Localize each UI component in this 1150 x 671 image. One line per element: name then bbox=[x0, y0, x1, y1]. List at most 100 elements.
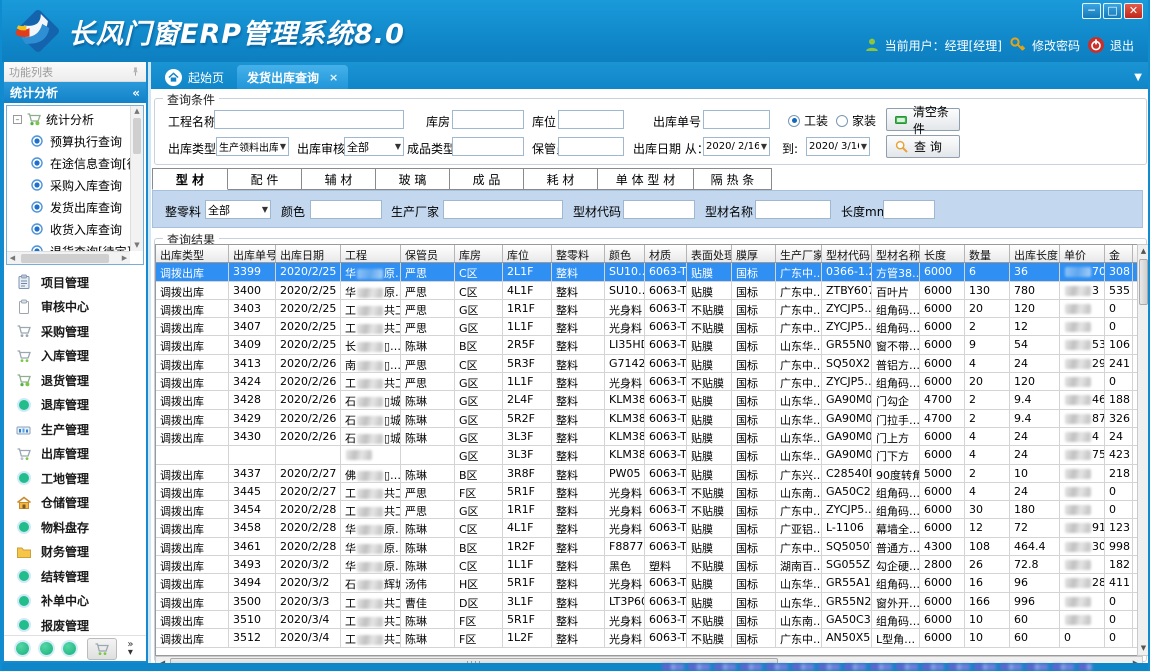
table-row[interactable]: 调拨出库34282020/2/26石▯城陈琳G区2L4F整料KLM3817606… bbox=[156, 391, 1142, 409]
material-tab-1[interactable]: 配 件 bbox=[228, 168, 302, 190]
scroll-down-icon[interactable]: ▼ bbox=[1138, 642, 1149, 655]
search-button[interactable]: 查 询 bbox=[886, 135, 960, 158]
sidebar-module-入库管理[interactable]: 入库管理 bbox=[4, 344, 146, 369]
column-header-出库类型[interactable]: 出库类型 bbox=[156, 245, 229, 262]
location-input[interactable] bbox=[558, 110, 624, 129]
sidebar-module-补单中心[interactable]: 补单中心 bbox=[4, 589, 146, 614]
table-row[interactable]: 调拨出库35002020/3/3工共工程曹佳D区3L1F整料LT3P606063… bbox=[156, 593, 1142, 611]
sidebar-module-生产管理[interactable]: 生产管理 bbox=[4, 417, 146, 442]
project-name-input[interactable] bbox=[214, 110, 404, 129]
sidebar-module-采购管理[interactable]: 采购管理 bbox=[4, 319, 146, 344]
material-tab-2[interactable]: 辅 材 bbox=[302, 168, 376, 190]
overflow-button[interactable]: »▾ bbox=[127, 641, 133, 657]
column-header-出库单号[interactable]: 出库单号 bbox=[229, 245, 276, 262]
column-header-表面处理[interactable]: 表面处理 bbox=[687, 245, 732, 262]
tree-vertical-scrollbar[interactable]: ▲ ▼ bbox=[130, 106, 143, 251]
tree-horizontal-scrollbar[interactable]: ◀ ▶ bbox=[7, 251, 130, 264]
table-vertical-scrollbar[interactable]: ▲ ▼ bbox=[1137, 244, 1150, 656]
column-header-数量[interactable]: 数量 bbox=[965, 245, 1010, 262]
tree-item-5[interactable]: 退货查询[待定] bbox=[7, 240, 130, 251]
column-header-库房[interactable]: 库房 bbox=[455, 245, 503, 262]
length-input[interactable] bbox=[883, 200, 935, 219]
collapse-icon[interactable]: « bbox=[132, 86, 140, 100]
column-header-保管员[interactable]: 保管员 bbox=[401, 245, 455, 262]
material-tab-3[interactable]: 玻 璃 bbox=[376, 168, 450, 190]
material-tab-0[interactable]: 型 材 bbox=[152, 168, 228, 190]
tree-root-statistics[interactable]: –统计分析 bbox=[7, 108, 130, 130]
logout-button[interactable]: 退出 bbox=[1087, 36, 1134, 54]
minimize-button[interactable]: ─ bbox=[1082, 3, 1101, 19]
module-dot-icon[interactable] bbox=[63, 642, 76, 655]
column-header-膜厚[interactable]: 膜厚 bbox=[732, 245, 776, 262]
column-header-单价[interactable]: 单价 bbox=[1060, 245, 1105, 262]
table-row[interactable]: 调拨出库34942020/3/2石辉城汤伟H区5R1F整料光身料6063-T5贴… bbox=[156, 574, 1142, 592]
module-cart-button[interactable] bbox=[87, 638, 117, 660]
module-dot-icon[interactable] bbox=[40, 642, 53, 655]
column-header-出库长度[interactable]: 出库长度 bbox=[1010, 245, 1060, 262]
table-row[interactable]: 调拨出库34072020/2/25工共工程严思G区1L1F整料光身料6063-T… bbox=[156, 318, 1142, 336]
scroll-up-icon[interactable]: ▲ bbox=[1138, 245, 1149, 258]
audit-select[interactable]: 全部▼ bbox=[344, 137, 404, 156]
sidebar-module-退库管理[interactable]: 退库管理 bbox=[4, 393, 146, 418]
table-row[interactable]: 调拨出库34452020/2/27工共工程严思F区5R1F整料光身料6063-T… bbox=[156, 483, 1142, 501]
date-from-picker[interactable]: 2020/ 2/16▼ bbox=[703, 137, 770, 156]
table-row[interactable]: 调拨出库34092020/2/25长▯…陈琳B区2R5F整料LI35HD6063… bbox=[156, 336, 1142, 354]
panel-title-bar[interactable]: 统计分析 « bbox=[4, 82, 146, 103]
change-password-button[interactable]: 修改密码 bbox=[1009, 36, 1080, 54]
tab-shipping-query[interactable]: 发货出库查询 × bbox=[237, 65, 348, 89]
manufacturer-input[interactable] bbox=[443, 200, 563, 219]
table-row[interactable]: 调拨出库34002020/2/25华原…严思C区4L1F整料SU10…6063-… bbox=[156, 282, 1142, 300]
scroll-right-icon[interactable]: ▶ bbox=[119, 252, 130, 265]
radio-jiazhuang[interactable]: 家装 bbox=[836, 112, 876, 129]
column-header-材质[interactable]: 材质 bbox=[645, 245, 687, 262]
profile-code-input[interactable] bbox=[623, 200, 695, 219]
column-header-颜色[interactable]: 颜色 bbox=[605, 245, 645, 262]
scroll-down-icon[interactable]: ▼ bbox=[131, 240, 143, 251]
column-header-长度[interactable]: 长度 bbox=[920, 245, 965, 262]
table-row[interactable]: 调拨出库34302020/2/26石▯城陈琳G区3L3F整料KLM3817606… bbox=[156, 428, 1142, 446]
sidebar-module-物料盘存[interactable]: 物料盘存 bbox=[4, 515, 146, 540]
tree-expand-icon[interactable]: – bbox=[13, 115, 22, 124]
column-header-型材名称[interactable]: 型材名称 bbox=[872, 245, 920, 262]
tree-item-2[interactable]: 采购入库查询 bbox=[7, 174, 130, 196]
tree-item-3[interactable]: 发货出库查询 bbox=[7, 196, 130, 218]
product-type-input[interactable] bbox=[452, 137, 524, 156]
radio-gongzhuang[interactable]: 工装 bbox=[788, 112, 828, 129]
warehouse-input[interactable] bbox=[452, 110, 524, 129]
table-row[interactable]: 调拨出库35122020/3/4工共工程陈琳F区1L2F整料光身料6063-T5… bbox=[156, 629, 1142, 647]
module-dot-icon[interactable] bbox=[16, 642, 29, 655]
table-row[interactable]: 调拨出库34372020/2/27佛▯…陈琳B区3R8F整料PW056063-T… bbox=[156, 465, 1142, 483]
sidebar-module-结转管理[interactable]: 结转管理 bbox=[4, 564, 146, 589]
column-header-出库日期[interactable]: 出库日期 bbox=[276, 245, 341, 262]
date-to-picker[interactable]: 2020/ 3/16▼ bbox=[806, 137, 870, 156]
table-row[interactable]: 调拨出库34932020/3/2华原…陈琳C区1L1F整料黑色塑料不贴膜国标湖南… bbox=[156, 556, 1142, 574]
column-header-整零料[interactable]: 整零料 bbox=[552, 245, 605, 262]
table-row[interactable]: 调拨出库34242020/2/26工共工程严思G区1L1F整料光身料6063-T… bbox=[156, 373, 1142, 391]
close-button[interactable]: ✕ bbox=[1124, 3, 1143, 19]
table-row[interactable]: 调拨出库34292020/2/26石▯城陈琳G区5R2F整料KLM3817606… bbox=[156, 410, 1142, 428]
vertical-scroll-thumb[interactable] bbox=[1139, 259, 1148, 305]
table-row[interactable]: 调拨出库34582020/2/28华原…陈琳C区4L1F整料光身料6063-T5… bbox=[156, 519, 1142, 537]
tree-item-0[interactable]: 预算执行查询 bbox=[7, 130, 130, 152]
sidebar-module-退货管理[interactable]: 退货管理 bbox=[4, 368, 146, 393]
maximize-button[interactable]: □ bbox=[1103, 3, 1122, 19]
sidebar-module-审核中心[interactable]: 审核中心 bbox=[4, 295, 146, 320]
table-row[interactable]: 调拨出库34542020/2/28工共工程严思G区1R1F整料光身料6063-T… bbox=[156, 501, 1142, 519]
tree-item-1[interactable]: 在途信息查询[待 bbox=[7, 152, 130, 174]
sidebar-module-项目管理[interactable]: 项目管理 bbox=[4, 270, 146, 295]
table-row[interactable]: 调拨出库34132020/2/26南▯…严思C区5R3F整料G714226063… bbox=[156, 355, 1142, 373]
column-header-金[interactable]: 金 bbox=[1105, 245, 1133, 262]
sidebar-module-工地管理[interactable]: 工地管理 bbox=[4, 466, 146, 491]
tab-home[interactable]: 起始页 bbox=[155, 65, 234, 89]
sidebar-module-报废管理[interactable]: 报废管理 bbox=[4, 613, 146, 635]
table-row[interactable]: G区3L3F整料KLM38176063-T5贴膜国标山东华…GA90M09.门下… bbox=[156, 446, 1142, 464]
color-input[interactable] bbox=[310, 200, 382, 219]
material-tab-7[interactable]: 隔 热 条 bbox=[694, 168, 772, 190]
column-header-生产厂家[interactable]: 生产厂家 bbox=[776, 245, 822, 262]
whole-piece-select[interactable]: 全部▼ bbox=[205, 200, 271, 219]
tree-item-4[interactable]: 收货入库查询 bbox=[7, 218, 130, 240]
sidebar-module-财务管理[interactable]: 财务管理 bbox=[4, 540, 146, 565]
sidebar-module-仓储管理[interactable]: 仓储管理 bbox=[4, 491, 146, 516]
table-row[interactable]: 调拨出库34032020/2/25工共工程严思G区1R1F整料光身料6063-T… bbox=[156, 300, 1142, 318]
out-type-select[interactable]: 生产领料出库▼ bbox=[216, 137, 289, 156]
